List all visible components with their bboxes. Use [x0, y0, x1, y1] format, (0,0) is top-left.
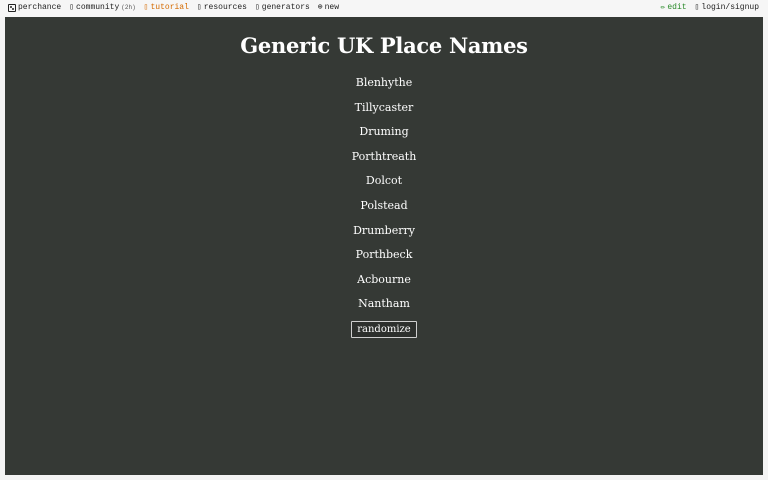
top-nav-bar: perchance ▯ community (2h) ▯ tutorial ▯ … — [0, 0, 768, 17]
place-name-item: Tillycaster — [354, 100, 414, 114]
nav-right: ✏ edit ▯ login/signup — [661, 3, 759, 12]
nav-tutorial-label: tutorial — [150, 3, 189, 12]
dice-icon — [8, 3, 16, 12]
nav-brand-label: perchance — [18, 3, 62, 12]
plus-circle-icon: ⊕ — [317, 2, 323, 12]
place-name-item: Blenhythe — [355, 76, 413, 89]
place-name-item: Porthtreath — [351, 149, 417, 163]
nav-tutorial-link[interactable]: ▯ tutorial — [144, 3, 189, 12]
page-title: Generic UK Place Names — [240, 33, 528, 58]
randomize-button[interactable]: randomize — [351, 320, 417, 338]
nav-new-link[interactable]: ⊕ new — [318, 3, 339, 12]
nav-login-label: login/signup — [701, 3, 759, 12]
nav-generators-label: generators — [261, 3, 310, 12]
generators-icon: ▯ — [254, 2, 260, 12]
pencil-icon: ✏ — [660, 2, 666, 12]
place-name-item: Dolcot — [365, 174, 403, 188]
place-name-item: Polstead — [360, 198, 408, 212]
place-name-item: Porthbeck — [355, 248, 413, 262]
nav-new-label: new — [324, 3, 340, 12]
nav-edit-label: edit — [667, 3, 687, 12]
nav-community-label: community — [76, 3, 120, 12]
nav-brand-link[interactable]: perchance — [8, 3, 61, 12]
user-icon: ▯ — [694, 2, 700, 12]
nav-edit-link[interactable]: ✏ edit — [661, 3, 687, 12]
nav-resources-label: resources — [203, 3, 247, 12]
nav-login-link[interactable]: ▯ login/signup — [695, 3, 759, 12]
nav-generators-link[interactable]: ▯ generators — [255, 3, 310, 12]
place-name-item: Nantham — [358, 297, 410, 311]
chat-icon: ▯ — [69, 2, 75, 12]
nav-community-link[interactable]: ▯ community (2h) — [69, 3, 135, 12]
place-name-item: Druming — [359, 125, 409, 139]
place-name-list: Blenhythe Tillycaster Druming Porthtreat… — [5, 71, 763, 317]
place-name-item: Acbourne — [357, 272, 411, 286]
nav-resources-link[interactable]: ▯ resources — [197, 3, 247, 12]
nav-left: perchance ▯ community (2h) ▯ tutorial ▯ … — [8, 3, 339, 12]
place-name-item: Drumberry — [353, 223, 415, 237]
resources-icon: ▯ — [196, 2, 202, 12]
nav-community-count: (2h) — [121, 4, 136, 11]
generator-output-panel: Generic UK Place Names Blenhythe Tillyca… — [5, 17, 763, 475]
book-icon: ▯ — [143, 2, 149, 12]
